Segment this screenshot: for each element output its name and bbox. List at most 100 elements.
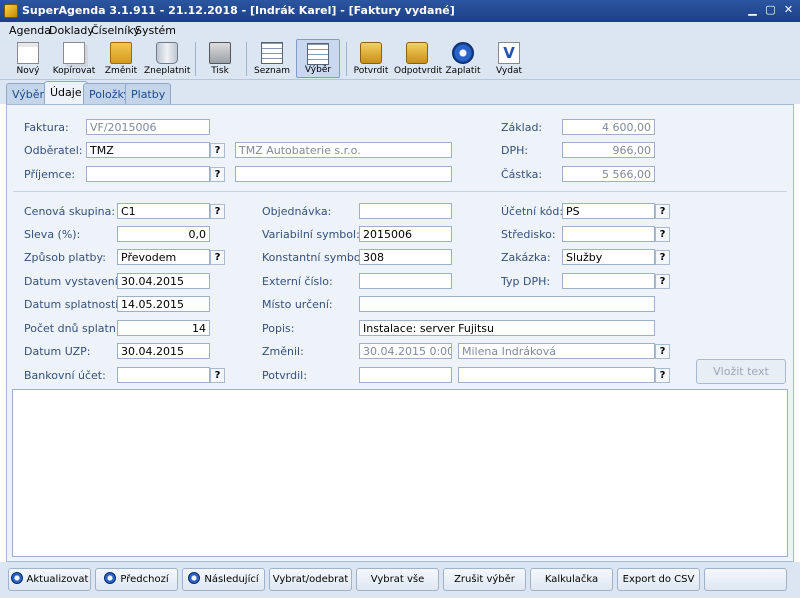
datum-splatnosti-input[interactable]: 14.05.2015 xyxy=(117,296,210,312)
odberatel-label: Odběratel: xyxy=(24,144,83,157)
seznam-button[interactable]: Seznam xyxy=(250,39,294,78)
pay-disc-icon xyxy=(452,42,474,64)
zmenil-label: Změnil: xyxy=(262,345,304,358)
popis-label: Popis: xyxy=(262,322,295,335)
sleva-input[interactable]: 0,0 xyxy=(117,226,210,242)
novy-button[interactable]: Nový xyxy=(8,39,48,78)
empty-button[interactable] xyxy=(704,568,787,591)
zpusob-platby-lookup-button[interactable]: ? xyxy=(210,250,225,265)
zrusit-vyber-button[interactable]: Zrušit výběr xyxy=(443,568,526,591)
tab-strip: Výběr Údaje Položky Platby xyxy=(0,80,800,104)
potvrdit-button[interactable]: Potvrdit xyxy=(350,39,392,78)
ucetni-kod-lookup-button[interactable]: ? xyxy=(655,204,670,219)
misto-urceni-input[interactable] xyxy=(359,296,655,312)
prijemce-name-input[interactable] xyxy=(235,166,452,182)
pocet-dnu-label: Počet dnů splatn.: xyxy=(24,322,124,335)
ucetni-kod-label: Účetní kód: xyxy=(501,205,564,218)
nasledujici-button[interactable]: Následující xyxy=(182,568,265,591)
minimize-button[interactable]: ▁ xyxy=(745,3,760,18)
zneplatnit-button[interactable]: Zneplatnit xyxy=(144,39,190,78)
pocet-dnu-input[interactable]: 14 xyxy=(117,320,210,336)
list-grid-icon xyxy=(261,42,283,64)
aktualizovat-button[interactable]: Aktualizovat xyxy=(8,568,91,591)
close-button[interactable]: ✕ xyxy=(781,3,796,18)
app-icon xyxy=(4,4,18,18)
toolbar-separator xyxy=(195,42,196,76)
potvrdil-user-input[interactable] xyxy=(458,367,655,383)
zaplatit-button[interactable]: Zaplatit xyxy=(442,39,484,78)
menu-system[interactable]: Systém xyxy=(135,24,176,37)
datum-splatnosti-label: Datum splatnosti: xyxy=(24,298,123,311)
konstantni-symbol-input[interactable]: 308 xyxy=(359,249,452,265)
zmenit-button[interactable]: Změnit xyxy=(100,39,142,78)
dph-input: 966,00 xyxy=(562,142,655,158)
prijemce-code-input[interactable] xyxy=(86,166,210,182)
menu-doklady[interactable]: Doklady xyxy=(49,24,94,37)
stredisko-input[interactable] xyxy=(562,226,655,242)
vyber-button[interactable]: Výběr xyxy=(296,39,340,78)
kalkulacka-button[interactable]: Kalkulačka xyxy=(530,568,613,591)
maximize-button[interactable]: ▢ xyxy=(763,3,778,18)
toolbar: Nový Kopírovat Změnit Zneplatnit Tisk Se… xyxy=(0,38,800,80)
printer-icon xyxy=(209,42,231,64)
lock-icon xyxy=(360,42,382,64)
kopirovat-button[interactable]: Kopírovat xyxy=(52,39,96,78)
variabilni-symbol-input[interactable]: 2015006 xyxy=(359,226,452,242)
potvrdil-lookup-button[interactable]: ? xyxy=(655,368,670,383)
menu-agenda[interactable]: Agenda xyxy=(9,24,51,37)
potvrdil-date-input[interactable] xyxy=(359,367,452,383)
bankovni-ucet-lookup-button[interactable]: ? xyxy=(210,368,225,383)
datum-vystaveni-label: Datum vystavení: xyxy=(24,275,122,288)
vybrat-odebrat-button[interactable]: Vybrat/odebrat xyxy=(269,568,352,591)
ucetni-kod-input[interactable]: PS xyxy=(562,203,655,219)
odberatel-lookup-button[interactable]: ? xyxy=(210,143,225,158)
new-document-icon xyxy=(17,42,39,64)
menu-ciselniky[interactable]: Číselníky xyxy=(91,24,140,37)
stredisko-lookup-button[interactable]: ? xyxy=(655,227,670,242)
zakazka-input[interactable]: Služby xyxy=(562,249,655,265)
tab-udaje[interactable]: Údaje xyxy=(44,81,88,104)
zpusob-platby-input[interactable]: Převodem xyxy=(117,249,210,265)
zakazka-lookup-button[interactable]: ? xyxy=(655,250,670,265)
predchozi-button[interactable]: Předchozí xyxy=(95,568,178,591)
section-divider xyxy=(13,191,787,192)
odberatel-name-input[interactable]: TMZ Autobaterie s.r.o. xyxy=(235,142,452,158)
typ-dph-lookup-button[interactable]: ? xyxy=(655,274,670,289)
cenova-skupina-lookup-button[interactable]: ? xyxy=(210,204,225,219)
datum-vystaveni-input[interactable]: 30.04.2015 xyxy=(117,273,210,289)
memo-textarea[interactable] xyxy=(12,389,788,557)
datum-uzp-label: Datum UZP: xyxy=(24,345,91,358)
faktura-input[interactable]: VF/2015006 xyxy=(86,119,210,135)
issue-v-icon: V xyxy=(498,42,520,64)
objednavka-label: Objednávka: xyxy=(262,205,332,218)
bottom-button-bar: Aktualizovat Předchozí Následující Vybra… xyxy=(0,562,800,598)
odpotvrdit-button[interactable]: Odpotvrdit xyxy=(394,39,442,78)
externi-cislo-input[interactable] xyxy=(359,273,452,289)
toolbar-separator xyxy=(346,42,347,76)
odberatel-code-input[interactable]: TMZ xyxy=(86,142,210,158)
copy-icon xyxy=(63,42,85,64)
zakazka-label: Zakázka: xyxy=(501,251,551,264)
externi-cislo-label: Externí číslo: xyxy=(262,275,333,288)
edit-folder-icon xyxy=(110,42,132,64)
tab-platby[interactable]: Platby xyxy=(125,83,172,104)
prijemce-lookup-button[interactable]: ? xyxy=(210,167,225,182)
typ-dph-input[interactable] xyxy=(562,273,655,289)
zmenil-lookup-button[interactable]: ? xyxy=(655,344,670,359)
popis-input[interactable]: Instalace: server Fujitsu xyxy=(359,320,655,336)
tisk-button[interactable]: Tisk xyxy=(199,39,241,78)
sleva-label: Sleva (%): xyxy=(24,228,81,241)
invoice-detail-panel: Faktura: VF/2015006 Odběratel: TMZ ? TMZ… xyxy=(6,104,794,562)
vybrat-vse-button[interactable]: Vybrat vše xyxy=(356,568,439,591)
objednavka-input[interactable] xyxy=(359,203,452,219)
vydat-button[interactable]: V Vydat xyxy=(488,39,530,78)
cenova-skupina-input[interactable]: C1 xyxy=(117,203,210,219)
konstantni-symbol-label: Konstantní symbol: xyxy=(262,251,368,264)
vlozit-text-button[interactable]: Vložit text xyxy=(696,359,786,384)
prijemce-label: Příjemce: xyxy=(24,168,76,181)
export-csv-button[interactable]: Export do CSV xyxy=(617,568,700,591)
bankovni-ucet-input[interactable] xyxy=(117,367,210,383)
title-bar: SuperAgenda 3.1.911 - 21.12.2018 - [Indr… xyxy=(0,0,800,22)
datum-uzp-input[interactable]: 30.04.2015 xyxy=(117,343,210,359)
castka-label: Částka: xyxy=(501,168,543,181)
